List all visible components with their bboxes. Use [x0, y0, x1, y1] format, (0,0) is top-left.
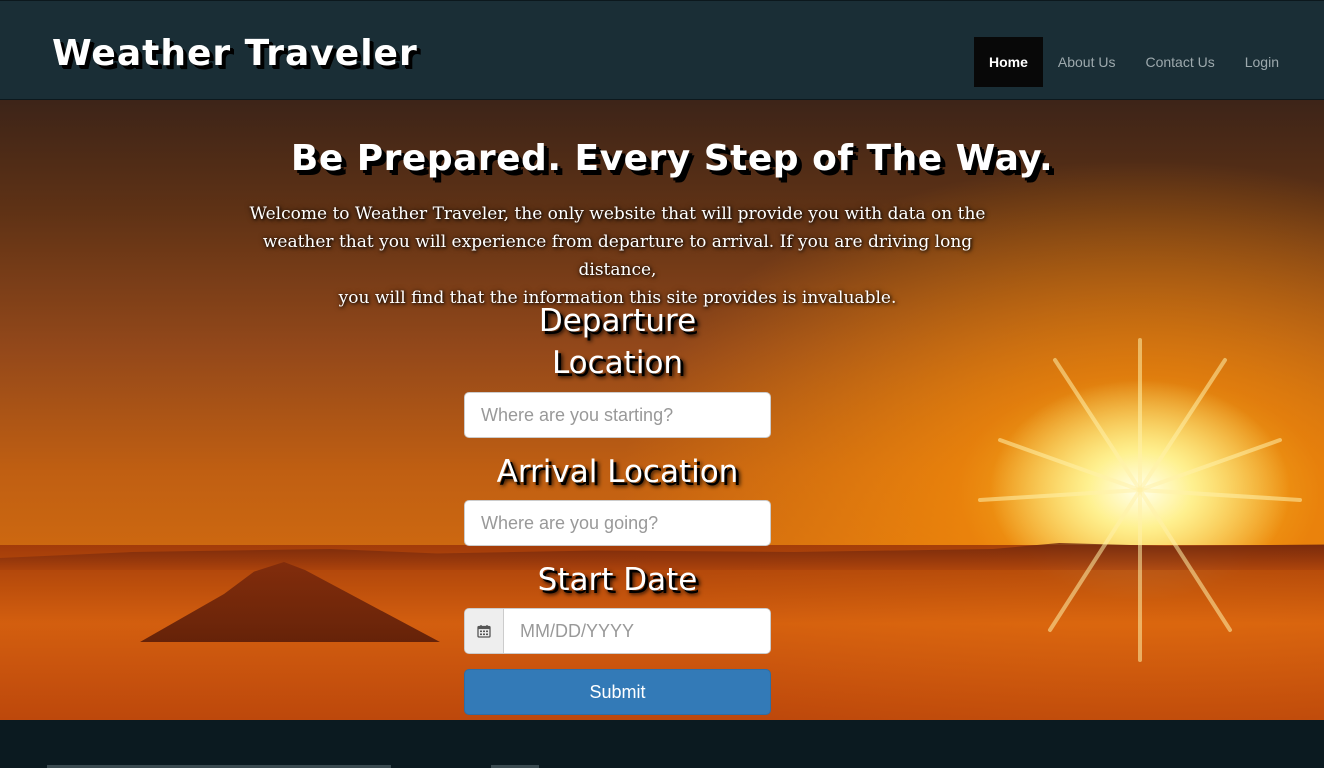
navbar: Weather Traveler Home About Us Contact U… — [0, 0, 1324, 100]
footer — [0, 720, 1324, 768]
calendar-icon[interactable] — [465, 609, 504, 653]
nav-item-contact-us[interactable]: Contact Us — [1130, 37, 1229, 87]
start-date-input[interactable] — [504, 609, 770, 653]
start-date-field — [464, 608, 771, 654]
departure-label-line: Departure — [538, 303, 697, 339]
intro-line: weather that you will experience from de… — [262, 232, 973, 280]
desert-mesa — [140, 562, 440, 642]
departure-label-line: Location — [551, 345, 684, 381]
hero-intro: Welcome to Weather Traveler, the only we… — [240, 200, 995, 312]
hero-section: Be Prepared. Every Step of The Way. Welc… — [0, 100, 1324, 720]
nav-item-login[interactable]: Login — [1230, 37, 1294, 87]
nav-item-about-us[interactable]: About Us — [1043, 37, 1131, 87]
departure-location-label: Departure Location — [464, 300, 771, 384]
nav-item-home[interactable]: Home — [973, 37, 1043, 87]
arrival-location-label: Arrival Location — [496, 454, 739, 490]
submit-button[interactable]: Submit — [464, 669, 771, 715]
hero-headline: Be Prepared. Every Step of The Way. — [290, 138, 1054, 179]
sun-rays — [978, 338, 1302, 662]
brand-logo[interactable]: Weather Traveler — [52, 33, 418, 74]
arrival-location-input[interactable] — [464, 500, 771, 546]
departure-location-input[interactable] — [464, 392, 771, 438]
start-date-label: Start Date — [537, 562, 698, 598]
intro-line: Welcome to Weather Traveler, the only we… — [249, 204, 986, 224]
nav-menu: Home About Us Contact Us Login — [973, 37, 1294, 87]
